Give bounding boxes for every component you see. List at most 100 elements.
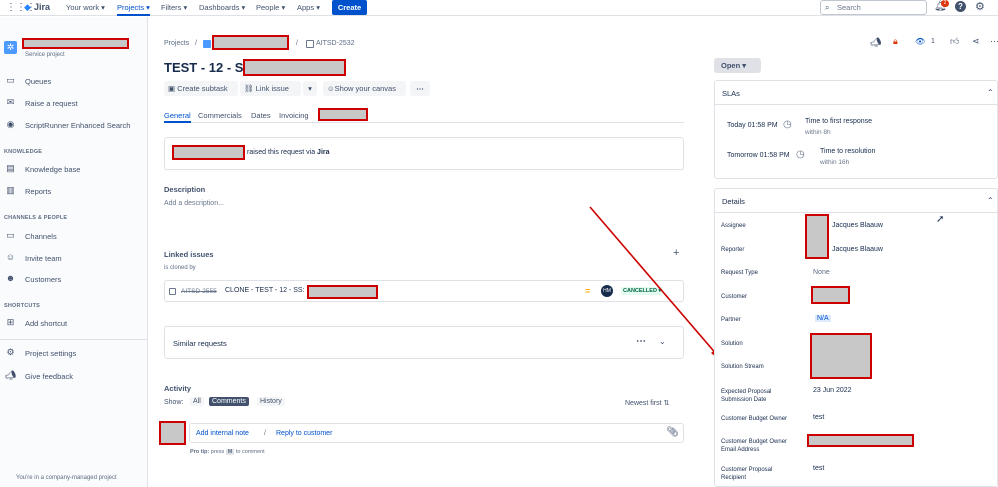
- link-issue-button[interactable]: ⛓ Link issue: [240, 81, 301, 96]
- attachment-paperclip-icon[interactable]: 📎︎: [666, 427, 679, 438]
- breadcrumb-projects[interactable]: Projects: [164, 40, 189, 47]
- details-heading: Details: [722, 197, 745, 206]
- nav-people[interactable]: People ▾: [256, 3, 285, 12]
- filter-comments[interactable]: Comments: [209, 397, 249, 406]
- nav-dashboards[interactable]: Dashboards ▾: [199, 3, 245, 12]
- slas-collapse-icon[interactable]: ⌃: [987, 88, 994, 97]
- channels-heading: CHANNELS & PEOPLE: [4, 215, 68, 221]
- filter-all[interactable]: All: [190, 397, 204, 406]
- create-subtask-button[interactable]: ▣ Create subtask: [164, 81, 238, 96]
- help-icon[interactable]: ?: [955, 1, 966, 12]
- sort-newest-first[interactable]: Newest first ⇅: [625, 399, 669, 407]
- tab-invoicing[interactable]: Invoicing: [279, 111, 309, 120]
- search-icon: ⌕: [825, 3, 830, 12]
- linked-issue-key[interactable]: AITSD-2555: [181, 288, 217, 295]
- reporter-value[interactable]: Jacques Blaauw: [832, 246, 883, 253]
- jira-logo-icon[interactable]: ◆: [24, 2, 31, 13]
- comment-separator: /: [264, 430, 266, 437]
- search-input[interactable]: ⌕ Search: [820, 0, 927, 15]
- partner-label: Partner: [721, 317, 741, 323]
- nav-filters[interactable]: Filters ▾: [161, 3, 187, 12]
- requester-redacted: [172, 145, 245, 160]
- sla-within: within 16h: [820, 159, 850, 166]
- notification-badge: 2: [941, 0, 949, 7]
- settings-gear-icon: ⚙: [6, 347, 15, 357]
- app-switcher-icon[interactable]: ⋮⋮⋮: [6, 2, 36, 13]
- tab-redacted[interactable]: [318, 108, 368, 121]
- watch-eye-icon[interactable]: 👁︎: [915, 37, 925, 46]
- tab-general[interactable]: General: [164, 111, 191, 120]
- annotation-arrow: [589, 206, 720, 360]
- tab-commercials[interactable]: Commercials: [198, 111, 242, 120]
- breadcrumb-separator: /: [195, 40, 197, 47]
- clock-icon: ◷: [783, 119, 792, 130]
- linked-issue-summary[interactable]: CLONE - TEST - 12 - SS:: [225, 287, 305, 294]
- issue-title-redacted: [243, 59, 346, 76]
- budget-owner-email-redacted[interactable]: [807, 434, 914, 447]
- active-tab-indicator: [164, 121, 191, 123]
- details-divider: [715, 212, 998, 213]
- settings-gear-icon[interactable]: ⚙: [975, 0, 985, 13]
- linked-issue-type-icon: [169, 288, 176, 295]
- request-type-value[interactable]: None: [813, 269, 830, 276]
- subtask-icon: ▣: [168, 84, 176, 93]
- more-actions-icon[interactable]: ⋯: [990, 36, 998, 47]
- customers-icon: ☻: [5, 273, 16, 283]
- queues-icon: ▭: [6, 75, 15, 85]
- breadcrumb-issue-key[interactable]: AITSD-2532: [316, 40, 355, 47]
- project-name-redacted: [22, 38, 129, 49]
- solution-redacted[interactable]: [810, 333, 872, 379]
- linked-issues-heading: Linked issues: [164, 250, 214, 259]
- expected-submission-label: Expected Proposal Submission Date: [721, 389, 772, 403]
- activity-show-label: Show:: [164, 399, 184, 406]
- details-collapse-icon[interactable]: ⌃: [987, 196, 994, 205]
- solution-stream-label: Solution Stream: [721, 364, 764, 370]
- raised-text: raised this request via Jira: [247, 149, 330, 156]
- description-field[interactable]: Add a description...: [164, 200, 224, 207]
- request-origin-panel: raised this request via Jira: [164, 137, 684, 170]
- linked-summary-redacted: [307, 285, 378, 299]
- budget-owner-value[interactable]: test: [813, 414, 824, 421]
- expected-submission-value[interactable]: 23 Jun 2022: [813, 387, 852, 394]
- add-internal-note-link[interactable]: Add internal note: [196, 430, 249, 437]
- create-button[interactable]: Create: [332, 0, 367, 15]
- show-canvas-button[interactable]: ☺Show your canvas: [323, 81, 406, 96]
- knowledge-base-icon: ▤: [6, 163, 15, 173]
- linked-relation: is cloned by: [164, 265, 196, 271]
- knowledge-heading: KNOWLEDGE: [4, 149, 43, 155]
- like-thumb-icon[interactable]: 👍︎: [950, 36, 959, 47]
- channels-icon: ▭: [6, 230, 15, 240]
- proposal-recipient-value[interactable]: test: [813, 465, 824, 472]
- proposal-recipient-label: Customer Proposal Recipient: [721, 467, 773, 481]
- scriptrunner-icon: ◉: [6, 119, 15, 129]
- nav-your-work[interactable]: Your work ▾: [66, 3, 105, 12]
- budget-owner-label: Customer Budget Owner: [721, 416, 788, 422]
- share-icon[interactable]: ⋖: [972, 36, 980, 47]
- commenter-avatar-redacted: [159, 421, 186, 445]
- assignee-value[interactable]: Jacques Blaauw: [832, 222, 883, 229]
- nav-projects[interactable]: Projects ▾: [117, 3, 150, 16]
- link-issue-dropdown[interactable]: ▾: [303, 81, 317, 96]
- customer-redacted[interactable]: [811, 286, 850, 304]
- sla-within: within 8h: [805, 129, 831, 136]
- tab-dates[interactable]: Dates: [251, 111, 271, 120]
- jira-logo-text[interactable]: Jira: [34, 2, 50, 12]
- project-sidebar: ✲ Service project ▭ Queues ✉ Raise a reque…: [0, 17, 148, 487]
- reports-icon: ▥: [6, 185, 15, 195]
- reply-to-customer-link[interactable]: Reply to customer: [276, 430, 332, 437]
- filter-history[interactable]: History: [257, 397, 285, 406]
- issue-type-icon: [306, 40, 314, 48]
- breadcrumb-project-icon: [203, 40, 211, 48]
- more-button[interactable]: ⋯: [410, 81, 430, 96]
- comment-box[interactable]: Add internal note / Reply to customer 📎︎: [189, 423, 684, 443]
- canvas-avatar-icon: ☺: [327, 84, 335, 93]
- restrict-lock-icon[interactable]: 🔒︎: [893, 36, 898, 47]
- breadcrumb-project-redacted[interactable]: [212, 35, 289, 50]
- issue-actions-megaphone-icon[interactable]: 📣︎: [870, 37, 881, 48]
- nav-apps[interactable]: Apps ▾: [297, 3, 320, 12]
- partner-value[interactable]: N/A: [815, 315, 831, 322]
- breadcrumb-separator: /: [296, 40, 298, 47]
- status-open-button[interactable]: Open ▾: [714, 58, 761, 73]
- megaphone-icon: 📣︎: [4, 370, 17, 380]
- assignee-avatar-redacted: [805, 214, 829, 259]
